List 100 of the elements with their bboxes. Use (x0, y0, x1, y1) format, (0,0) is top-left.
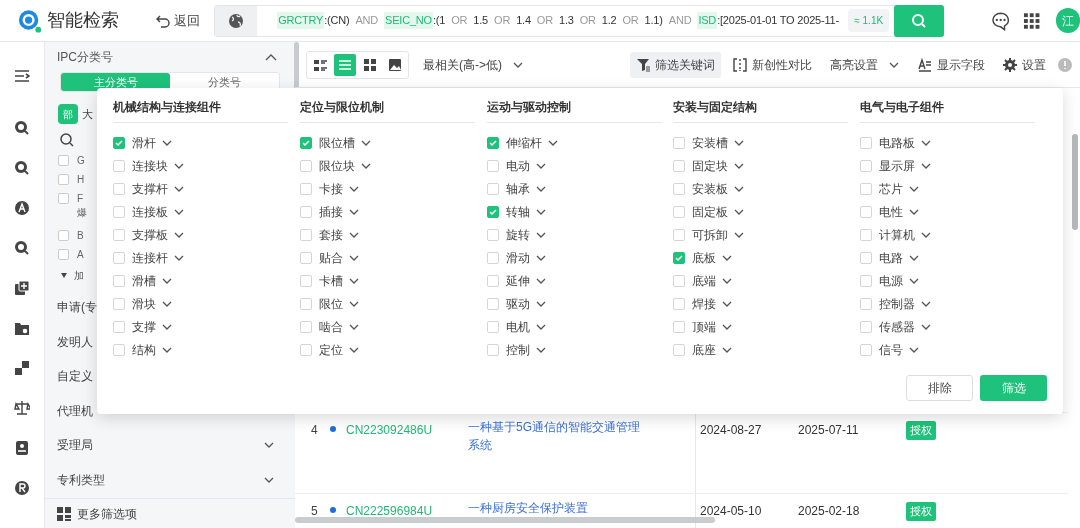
ipc-label[interactable]: A (77, 248, 84, 262)
keyword-label[interactable]: 结构 (132, 341, 156, 359)
keyword-label[interactable]: 控制 (505, 341, 530, 359)
chevron-down-icon[interactable] (721, 276, 734, 286)
checkbox[interactable] (58, 249, 69, 260)
ipc-label[interactable]: H (77, 173, 85, 187)
checkbox[interactable] (486, 137, 499, 149)
globe-icon[interactable] (228, 12, 245, 29)
chevron-down-icon[interactable] (173, 230, 185, 240)
folder-search-icon[interactable] (14, 320, 30, 336)
search-bar[interactable]: GRCTRY:(CN) AND SEIC_NO:(1 OR 1.5 OR 1.4 OR 1.3 OR 1.2 OR 1.1) AND ISD:[2025-01-01 TO 2025-11- ≈ 1.1K (214, 4, 945, 37)
chevron-down-icon[interactable] (347, 184, 360, 194)
vertical-scrollbar[interactable] (1072, 134, 1078, 230)
chevron-down-icon[interactable] (546, 138, 559, 148)
checkbox[interactable] (486, 229, 499, 241)
chevron-down-icon[interactable] (161, 299, 173, 309)
filter-label[interactable]: 自定义 (57, 367, 93, 386)
checkbox[interactable] (673, 183, 686, 195)
keyword-label[interactable]: 电性 (879, 203, 904, 221)
chevron-down-icon[interactable] (347, 207, 360, 217)
keyword-label[interactable]: 转轴 (505, 203, 530, 221)
keyword-label[interactable]: 电路 (879, 249, 904, 267)
chevron-down-icon[interactable] (733, 161, 746, 171)
keyword-label[interactable]: 限位 (318, 295, 343, 313)
chevron-down-icon[interactable] (534, 322, 547, 332)
filter-label[interactable]: 代理机 (57, 401, 93, 420)
filter-label[interactable]: 受理局 (57, 436, 93, 455)
checkbox[interactable] (673, 275, 686, 287)
keyword-label[interactable]: 底座 (692, 341, 717, 359)
checkbox[interactable] (113, 137, 125, 149)
caret-down-icon[interactable] (61, 273, 67, 278)
checkbox[interactable] (486, 160, 499, 172)
toolbar-settings-button[interactable]: 设置 (997, 51, 1052, 78)
checkbox[interactable] (299, 321, 312, 333)
checkbox[interactable] (113, 298, 125, 310)
checkbox[interactable] (673, 321, 686, 333)
keyword-label[interactable]: 可拆卸 (692, 226, 729, 244)
keyword-label[interactable]: 啮合 (318, 318, 343, 336)
checkbox[interactable] (673, 252, 686, 264)
chevron-down-icon[interactable] (359, 161, 372, 171)
horizontal-scrollbar[interactable] (295, 517, 715, 523)
filter-label[interactable]: 专利类型 (57, 470, 105, 489)
checkbox[interactable] (486, 344, 499, 356)
checkbox[interactable] (113, 206, 125, 218)
chevron-down-icon[interactable] (920, 230, 933, 240)
search-icon[interactable] (14, 120, 30, 136)
keyword-label[interactable]: 固定板 (692, 203, 729, 221)
chevron-down-icon[interactable] (359, 138, 372, 148)
checkbox[interactable] (860, 229, 873, 241)
keyword-label[interactable]: 电机 (505, 318, 530, 336)
checkbox[interactable] (486, 275, 499, 287)
ipc-label[interactable]: F (77, 192, 87, 206)
person-card-icon[interactable] (14, 440, 30, 456)
checkbox[interactable] (299, 137, 312, 149)
chevron-down-icon[interactable] (908, 207, 921, 217)
patent-title-link[interactable]: 一种基于5G通信的智能交通管理系统 (468, 418, 648, 454)
checkbox[interactable] (486, 252, 499, 264)
tab[interactable]: 分类号 (170, 73, 279, 91)
checkbox[interactable] (299, 298, 312, 310)
ipc-label[interactable]: 爆 (77, 206, 87, 220)
keyword-label[interactable]: 滑块 (132, 295, 156, 313)
checkbox[interactable] (860, 298, 873, 310)
keyword-label[interactable]: 贴合 (318, 249, 343, 267)
checkbox[interactable] (673, 229, 686, 241)
chevron-down-icon[interactable] (173, 161, 185, 171)
checkbox[interactable] (673, 206, 686, 218)
checkbox[interactable] (58, 174, 69, 185)
filter-label[interactable]: 申请(专 (57, 298, 97, 317)
keyword-label[interactable]: 旋转 (505, 226, 530, 244)
keyword-label[interactable]: 电动 (505, 157, 530, 175)
keyword-label[interactable]: 延伸 (505, 272, 530, 290)
chevron-down-icon[interactable] (173, 253, 185, 263)
keyword-label[interactable]: 焊接 (692, 295, 717, 313)
chevron-down-icon[interactable] (347, 322, 360, 332)
checkbox[interactable] (486, 206, 499, 218)
checkbox[interactable] (299, 206, 312, 218)
keyword-label[interactable]: 安装槽 (692, 134, 729, 152)
checkbox[interactable] (486, 298, 499, 310)
patent-title-link[interactable]: 一种厨房安全保护装置 (468, 499, 648, 517)
checkbox[interactable] (860, 183, 873, 195)
keyword-label[interactable]: 限位槽 (318, 134, 355, 152)
checkbox[interactable] (113, 160, 125, 172)
toolbar-dropdown-button[interactable]: 高亮设置 (824, 51, 906, 78)
keyword-label[interactable]: 支撑 (132, 318, 156, 336)
keyword-label[interactable]: 底端 (692, 272, 717, 290)
chevron-down-icon[interactable] (534, 299, 547, 309)
keyword-label[interactable]: 支撑板 (132, 226, 168, 244)
checkbox[interactable] (673, 298, 686, 310)
checkbox[interactable] (299, 275, 312, 287)
keyword-label[interactable]: 滑动 (505, 249, 530, 267)
keyword-label[interactable]: 定位 (318, 341, 343, 359)
ipc-label[interactable]: B (77, 229, 84, 243)
load-more-link[interactable]: 加 (74, 268, 84, 283)
filter-label[interactable]: 发明人 (57, 332, 93, 351)
toolbar-compare-button[interactable]: 新创性对比 (727, 51, 818, 78)
checkbox[interactable] (113, 344, 125, 356)
chevron-down-icon[interactable] (733, 138, 746, 148)
chevron-down-icon[interactable] (721, 322, 734, 332)
checkbox[interactable] (860, 160, 873, 172)
search-icon[interactable] (14, 160, 30, 176)
